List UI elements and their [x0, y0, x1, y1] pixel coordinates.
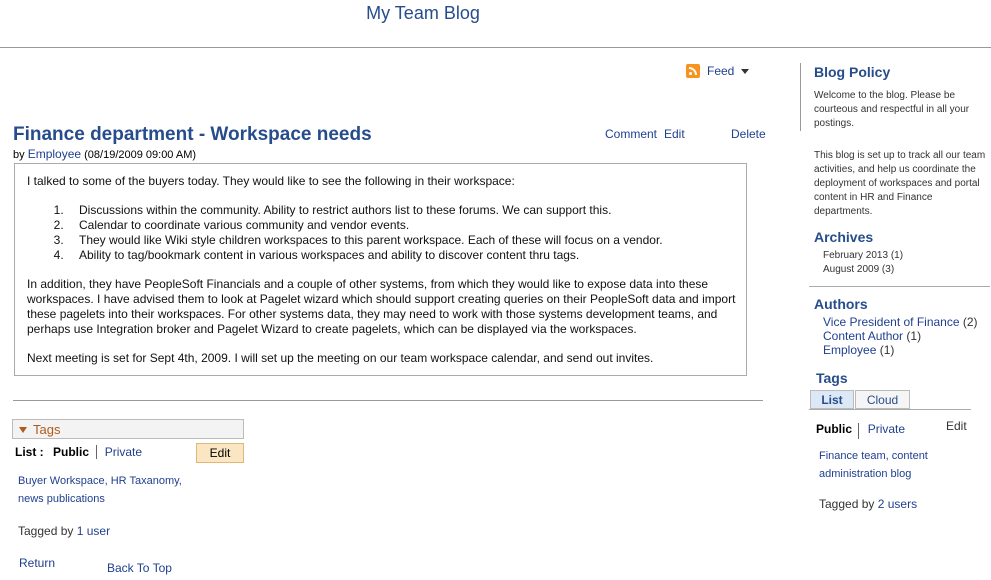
blog-policy-p1: Welcome to the blog. Please be courteous… — [814, 90, 970, 129]
delete-post-link[interactable]: Delete — [731, 127, 766, 141]
list-item: Discussions within the community. Abilit… — [67, 203, 738, 218]
blog-policy-p2: This blog is set up to track all our tea… — [814, 150, 986, 217]
chevron-down-icon — [741, 68, 750, 74]
author-count: (1) — [879, 343, 895, 357]
author-count: (1) — [906, 329, 922, 343]
tagged-by-prefix: Tagged by — [18, 524, 74, 538]
back-to-top-link[interactable]: Back To Top — [107, 561, 172, 575]
rail-section-divider — [809, 286, 990, 287]
post-body: I talked to some of the buyers today. Th… — [14, 163, 747, 376]
archive-item[interactable]: February 2013 (1) — [823, 249, 903, 263]
post-paragraph: Next meeting is set for Sept 4th, 2009. … — [27, 351, 654, 365]
tag-link[interactable]: HR Taxanomy — [111, 475, 179, 487]
rail-edit-tags-link[interactable]: Edit — [946, 419, 967, 433]
tab-separator — [96, 445, 98, 459]
rail-tab-private[interactable]: Private — [868, 422, 905, 436]
tab-separator — [858, 423, 860, 439]
rail-tag-list: Finance team, content administration blo… — [819, 450, 928, 480]
list-item: Ability to tag/bookmark content in vario… — [67, 248, 738, 263]
author-item: Vice President of Finance (2) — [823, 315, 978, 329]
tab-cloud[interactable]: Cloud — [855, 390, 910, 409]
authors-title: Authors — [814, 296, 868, 312]
tag-link[interactable]: news publications — [18, 493, 105, 505]
author-item: Employee (1) — [823, 343, 978, 357]
tagged-users-link[interactable]: 1 user — [77, 524, 110, 538]
byline-date: (08/19/2009 09:00 AM) — [84, 149, 197, 161]
collapse-triangle-icon — [19, 427, 27, 433]
post-byline: by Employee (08/19/2009 09:00 AM) — [13, 147, 196, 161]
edit-post-link[interactable]: Edit — [664, 127, 685, 141]
tab-public[interactable]: Public — [53, 445, 89, 459]
post-paragraph: In addition, they have PeopleSoft Financ… — [27, 277, 736, 336]
byline-author-link[interactable]: Employee — [28, 147, 81, 161]
post-divider — [13, 400, 763, 401]
tag-list: Buyer Workspace, HR Taxanomy, news publi… — [18, 475, 182, 505]
tab-private[interactable]: Private — [105, 445, 142, 459]
return-link[interactable]: Return — [19, 556, 55, 570]
archive-item[interactable]: August 2009 (3) — [823, 263, 903, 277]
rail-tags-visibility-row: Public Private — [816, 422, 905, 439]
rail-divider — [800, 63, 801, 131]
rail-tags-title: Tags — [816, 370, 848, 386]
list-item: They would like Wiki style children work… — [67, 233, 738, 248]
list-item: Calendar to coordinate various community… — [67, 218, 738, 233]
author-link[interactable]: Employee — [823, 343, 876, 357]
post-intro: I talked to some of the buyers today. Th… — [27, 174, 515, 188]
byline-prefix: by — [13, 149, 25, 161]
tagged-users-link[interactable]: 2 users — [878, 497, 917, 511]
blog-policy-title: Blog Policy — [814, 64, 891, 80]
rail-tagged-by: Tagged by 2 users — [819, 497, 917, 511]
tabs-underline — [809, 409, 971, 410]
author-link[interactable]: Vice President of Finance — [823, 315, 960, 329]
tagged-by-prefix: Tagged by — [819, 497, 875, 511]
edit-tags-button[interactable]: Edit — [196, 443, 244, 463]
author-item: Content Author (1) — [823, 329, 978, 343]
post-list: Discussions within the community. Abilit… — [27, 203, 738, 263]
tags-visibility-row: List : Public Private — [15, 445, 142, 459]
page-title: My Team Blog — [366, 3, 480, 23]
tagged-by: Tagged by 1 user — [18, 524, 110, 538]
archives-title: Archives — [814, 229, 874, 245]
rail-tab-public[interactable]: Public — [816, 422, 852, 436]
tab-list[interactable]: List — [810, 390, 854, 409]
authors-list: Vice President of Finance (2) Content Au… — [823, 315, 978, 357]
tags-section-header[interactable]: Tags — [12, 419, 244, 439]
blog-policy-text: Welcome to the blog. Please be courteous… — [814, 89, 990, 219]
rss-icon — [686, 64, 700, 78]
tag-link[interactable]: Finance team — [819, 450, 886, 462]
post-title: Finance department - Workspace needs — [13, 124, 372, 145]
feed-menu[interactable]: Feed — [686, 64, 750, 78]
comment-link[interactable]: Comment — [605, 127, 657, 141]
header-divider — [0, 47, 991, 48]
tags-list-label: List : — [15, 445, 44, 459]
author-count: (2) — [962, 315, 978, 329]
feed-label: Feed — [707, 64, 735, 78]
tag-link[interactable]: Buyer Workspace — [18, 475, 105, 487]
archives-list: February 2013 (1) August 2009 (3) — [823, 249, 903, 277]
tags-header-label: Tags — [33, 422, 61, 437]
author-link[interactable]: Content Author — [823, 329, 903, 343]
